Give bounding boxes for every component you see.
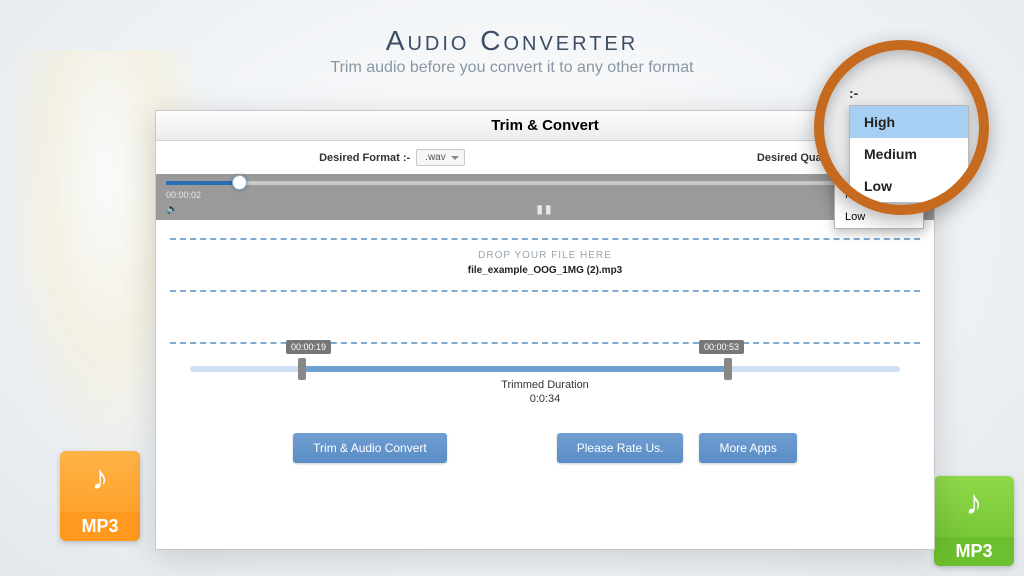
trim-handle-end[interactable] <box>724 358 732 380</box>
seek-progress <box>166 181 238 185</box>
magnifier-callout: :- High Medium Low <box>814 40 989 215</box>
mag-option-medium[interactable]: Medium <box>850 138 968 170</box>
app-window: Trim & Convert Desired Format :- .wav De… <box>155 110 935 550</box>
seek-track[interactable] <box>166 181 924 185</box>
mag-option-low[interactable]: Low <box>850 170 968 202</box>
music-note-icon: ♪ <box>966 484 983 523</box>
rate-button[interactable]: Please Rate Us. <box>557 433 684 463</box>
separator <box>170 342 920 344</box>
drop-hint: DROP YOUR FILE HERE <box>170 250 920 261</box>
mp3-badge-green: ♪ MP3 <box>934 476 1014 566</box>
trim-convert-button[interactable]: Trim & Audio Convert <box>293 433 447 463</box>
magnified-quality-dropdown[interactable]: High Medium Low <box>849 105 969 203</box>
badge-label: MP3 <box>934 537 1014 566</box>
badge-label: MP3 <box>60 512 140 541</box>
dropped-filename: file_example_OOG_1MG (2).mp3 <box>170 265 920 276</box>
trim-range <box>300 366 730 372</box>
trim-duration-value: 0:0:34 <box>156 392 934 406</box>
magnifier-prefix: :- <box>849 85 969 101</box>
mag-option-high[interactable]: High <box>850 106 968 138</box>
trim-handle-start[interactable] <box>298 358 306 380</box>
format-label: Desired Format :- <box>319 152 410 164</box>
music-note-icon: ♪ <box>92 459 109 498</box>
trim-duration-label: Trimmed Duration <box>156 378 934 392</box>
trim-end-tooltip: 00:00:53 <box>699 340 744 354</box>
action-row: Trim & Audio Convert Please Rate Us. Mor… <box>156 433 934 463</box>
volume-icon[interactable]: 🔈 <box>166 204 178 215</box>
format-select[interactable]: .wav <box>416 149 465 166</box>
trim-slider[interactable] <box>190 366 900 372</box>
format-value: .wav <box>425 152 446 163</box>
drop-zone[interactable]: DROP YOUR FILE HERE file_example_OOG_1MG… <box>170 238 920 292</box>
player-bar: 00:00:02 00:01:13 🔈 ▮▮ ▭ ⇱ <box>156 174 934 220</box>
trim-start-tooltip: 00:00:19 <box>286 340 331 354</box>
seek-thumb[interactable] <box>232 175 247 190</box>
mp3-badge-orange: ♪ MP3 <box>60 451 140 541</box>
trim-meta: Trimmed Duration 0:0:34 <box>156 378 934 407</box>
pause-button[interactable]: ▮▮ <box>536 202 553 216</box>
time-elapsed: 00:00:02 <box>166 190 201 200</box>
more-apps-button[interactable]: More Apps <box>699 433 796 463</box>
